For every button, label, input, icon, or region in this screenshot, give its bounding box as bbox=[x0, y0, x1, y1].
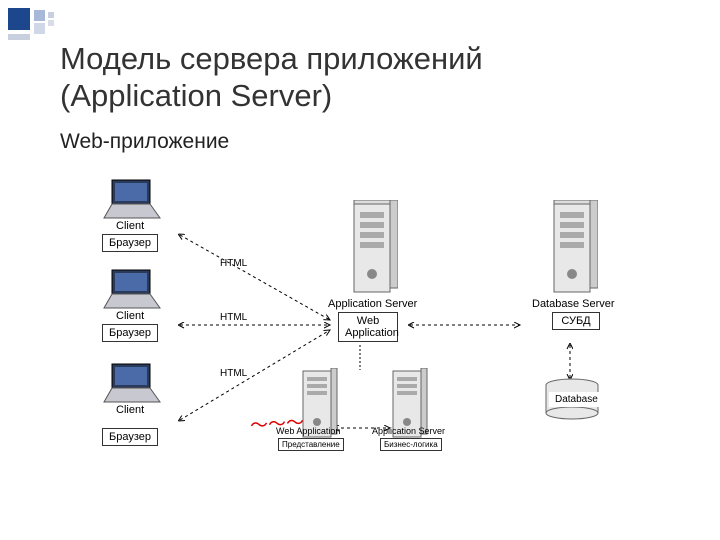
browser-label: Браузер bbox=[102, 428, 158, 446]
browser-label: Браузер bbox=[102, 324, 158, 342]
biz-logic-label: Бизнес-логика bbox=[380, 438, 442, 451]
client-label: Client bbox=[116, 310, 144, 322]
red-annotation: ～～～ bbox=[249, 408, 305, 438]
server-icon bbox=[350, 200, 398, 296]
corner-decoration bbox=[8, 8, 30, 35]
presentation-label: Представление bbox=[278, 438, 344, 451]
arrow-label-html: HTML bbox=[220, 312, 247, 323]
title-line2: (Application Server) bbox=[60, 78, 332, 113]
laptop-icon bbox=[100, 178, 164, 220]
laptop-icon bbox=[100, 268, 164, 310]
subd-label: СУБД bbox=[552, 312, 600, 330]
db-server-icon bbox=[550, 200, 598, 296]
db-server-label: Database Server bbox=[532, 298, 615, 310]
app-server2-label: Application Server bbox=[372, 426, 445, 436]
laptop-icon bbox=[100, 362, 164, 404]
client-label: Client bbox=[116, 220, 144, 232]
client-label: Client bbox=[116, 404, 144, 416]
database-label: Database bbox=[549, 392, 604, 407]
arrow-label-html: HTML bbox=[220, 258, 247, 269]
browser-label: Браузер bbox=[102, 234, 158, 252]
web-app-label: Web Application bbox=[338, 312, 398, 342]
title-line1: Модель сервера приложений bbox=[60, 41, 483, 76]
slide-subtitle: Web-приложение bbox=[60, 130, 229, 154]
slide-title: Модель сервера приложений (Application S… bbox=[60, 40, 483, 114]
diagram-stage: Client Браузер Client Браузер Client Бра… bbox=[60, 170, 680, 520]
app-server-label: Application Server bbox=[328, 298, 417, 310]
arrow-label-html: HTML bbox=[220, 368, 247, 379]
